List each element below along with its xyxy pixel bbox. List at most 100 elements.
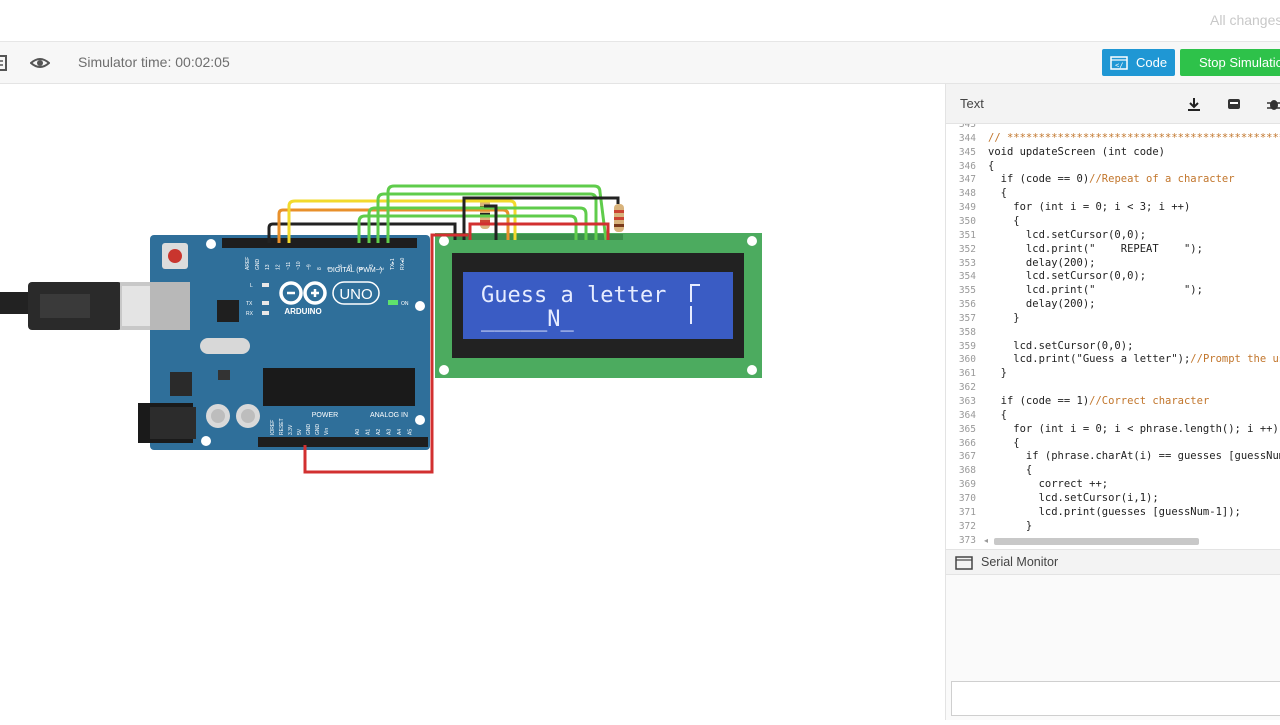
pin-label: A3 — [387, 429, 393, 435]
pin-label: ~9 — [307, 264, 313, 270]
pin-label: ~6 — [338, 264, 344, 270]
line-number: 365 — [958, 423, 976, 435]
code-comment: //Repeat of a character — [1089, 173, 1235, 186]
stop-button-label: Stop Simulation — [1199, 55, 1280, 70]
arduino-uno-board[interactable]: UNO ARDUINO DIGITAL (PWM~) POWER ANALOG … — [138, 235, 430, 450]
code-line: delay(200); — [988, 256, 1096, 269]
pin-label: 4 — [359, 267, 365, 270]
line-number: 344 — [958, 132, 976, 144]
code-text: } — [988, 311, 1020, 324]
code-text: delay(200); — [988, 298, 1096, 311]
line-number: 343 — [958, 124, 976, 130]
serial-monitor-bar[interactable]: Serial Monitor — [946, 549, 1280, 575]
line-number: 345 — [958, 146, 976, 158]
svg-text:</: </ — [1115, 61, 1123, 69]
code-text: lcd.setCursor(i,1); — [988, 491, 1159, 504]
line-number-gutter: 343 344 345 346 347 348 349 350 351 352 353 354 355 3… — [946, 124, 979, 549]
line-number: 373 — [958, 534, 976, 546]
save-status: All changes saved — [1210, 12, 1280, 28]
line-number: 359 — [958, 340, 976, 352]
pin-label: TX▸1 — [390, 258, 396, 270]
code-line: { — [988, 409, 1007, 421]
l-led-label: L — [250, 283, 253, 289]
pin-label: 3.3V — [288, 424, 294, 435]
code-text: lcd.print("Guess a letter"); — [988, 353, 1191, 366]
line-number: 362 — [958, 382, 976, 394]
code-line: { — [988, 160, 994, 172]
line-number: 351 — [958, 229, 976, 241]
code-line: lcd.setCursor(i,1); — [988, 492, 1159, 504]
code-button[interactable]: </ Code — [1102, 49, 1175, 76]
circuit-canvas[interactable]: UNO ARDUINO DIGITAL (PWM~) POWER ANALOG … — [0, 84, 945, 720]
line-number: 368 — [958, 465, 976, 477]
pin-label: GND — [306, 424, 312, 436]
code-text: { — [988, 159, 995, 172]
backlight-resistor[interactable] — [614, 204, 624, 232]
circuit-diagram: UNO ARDUINO DIGITAL (PWM~) POWER ANALOG … — [0, 184, 762, 474]
line-number: 357 — [958, 312, 976, 324]
code-line: if (code == 0)//Repeat of a character — [988, 173, 1235, 185]
line-number: 358 — [958, 326, 976, 338]
code-editor[interactable]: 343 344 345 346 347 348 349 350 351 352 353 354 355 3… — [946, 124, 1280, 549]
debugger-bug-icon[interactable] — [1266, 96, 1280, 112]
pin-label: ~11 — [286, 262, 292, 270]
code-comment: //Correct character — [1089, 395, 1210, 407]
line-number: 366 — [958, 437, 976, 449]
code-text: if (phrase.charAt(i) == guesses [guessNu… — [988, 450, 1280, 463]
code-text: { — [988, 214, 1020, 227]
code-line: delay(200); — [988, 298, 1096, 311]
download-icon[interactable] — [1186, 96, 1202, 112]
on-led-label: ON — [401, 301, 409, 307]
arduino-model-label: UNO — [339, 286, 372, 303]
code-panel-header: Text — [946, 84, 1280, 124]
aref-pin-label: AREF — [245, 257, 251, 270]
scrollbar-thumb[interactable] — [994, 538, 1199, 545]
code-line: void updateScreen (int code) — [988, 146, 1165, 158]
line-number: 369 — [958, 479, 976, 491]
component-list-icon[interactable] — [0, 53, 12, 73]
scroll-left-arrow-icon[interactable]: ◂ — [984, 536, 988, 545]
power-label: POWER — [312, 412, 338, 419]
serial-input-field[interactable] — [951, 681, 1280, 716]
pin-label: ~3 — [369, 264, 375, 270]
upload-device-icon[interactable] — [1226, 96, 1242, 112]
code-text: correct ++; — [988, 478, 1109, 491]
line-number: 363 — [958, 396, 976, 407]
lcd-line-2: _____N_ — [481, 307, 574, 332]
pin-label: 13 — [265, 264, 271, 270]
line-number: 354 — [958, 271, 976, 283]
pin-label: ~10 — [296, 261, 302, 270]
rx-led-label: RX — [246, 311, 254, 317]
arduino-brand-label: ARDUINO — [284, 307, 321, 316]
code-text: } — [988, 519, 1033, 532]
code-line: lcd.setCursor(0,0); — [988, 270, 1146, 282]
top-bar: All changes saved — [0, 0, 1280, 42]
serial-monitor-icon — [955, 556, 973, 570]
editor-mode-select[interactable]: Text — [960, 96, 984, 111]
code-text: lcd.setCursor(0,0); — [988, 228, 1147, 241]
code-line: lcd.setCursor(0,0); — [988, 229, 1146, 241]
tx-led-label: TX — [246, 301, 253, 307]
line-number: 355 — [958, 285, 976, 297]
pin-label: 5V — [297, 428, 303, 435]
line-number: 349 — [958, 202, 976, 214]
pin-label: ~5 — [348, 264, 354, 270]
pin-label: 8 — [317, 267, 323, 270]
eye-icon[interactable] — [30, 53, 50, 73]
pin-label: GND — [315, 424, 321, 436]
code-text: delay(200); — [988, 256, 1096, 269]
horizontal-scrollbar[interactable]: ◂ — [984, 536, 1280, 546]
code-text: for (int i = 0; i < 3; i ++) — [988, 201, 1191, 214]
code-panel: Text 343 344 345 346 347 348 349 350 351 352 353 35… — [945, 84, 1280, 720]
pin-label: 2 — [379, 267, 385, 270]
stop-simulation-button[interactable]: Stop Simulation — [1180, 49, 1280, 76]
code-line: { — [988, 214, 1020, 227]
code-text: { — [988, 408, 1007, 421]
code-line: if (code == 1)//Correct character — [988, 395, 1210, 407]
pin-label: RESET — [279, 418, 285, 435]
code-line: { — [988, 464, 1032, 476]
code-text: for (int i = 0; i < phrase.length(); i +… — [988, 422, 1279, 435]
lcd-16x2-display[interactable]: Guess a letter _____N_ — [435, 233, 762, 378]
pin-label: Vin — [324, 428, 330, 435]
code-line: lcd.print(" "); — [988, 284, 1203, 296]
